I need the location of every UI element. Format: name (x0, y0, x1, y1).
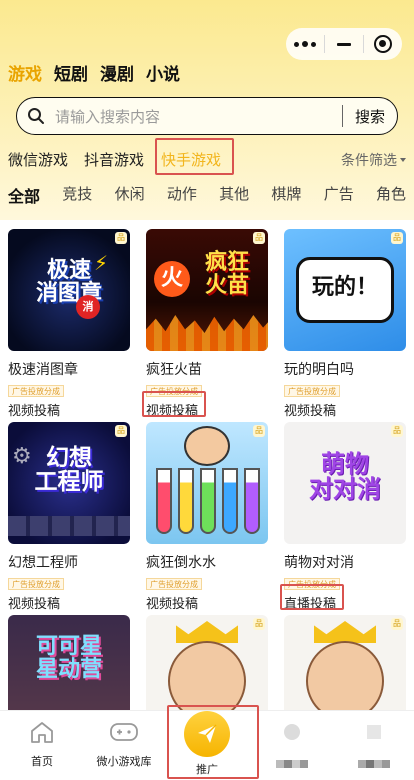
product-badge: 品 (391, 232, 403, 244)
blurred-icon (252, 717, 332, 747)
minimize-icon (337, 42, 351, 46)
game-card[interactable]: 火 疯狂 火苗 品 疯狂火苗 广告投放分成 视频投稿 (142, 229, 268, 419)
game-thumbnail: 极速 消图章 消 ⚡ 品 (8, 229, 130, 351)
ad-share-tag: 广告投放分成 (284, 385, 340, 397)
product-badge: 品 (253, 425, 265, 437)
submit-type: 视频投稿 (8, 404, 61, 419)
blurred-icon (334, 717, 414, 747)
flames-graphic (146, 315, 268, 351)
stamp-icon: 消 (76, 295, 100, 319)
product-badge: 品 (391, 425, 403, 437)
close-button[interactable] (364, 28, 402, 60)
game-thumbnail: 萌物 对对消 品 (284, 422, 406, 544)
category-casual[interactable]: 休闲 (115, 183, 145, 207)
search-button[interactable]: 搜索 (343, 106, 397, 127)
scientist-face (184, 426, 230, 466)
ad-share-tag: 广告投放分成 (8, 578, 64, 590)
platform-douyin[interactable]: 抖音游戏 (84, 149, 144, 170)
nav-blurred-1[interactable] (252, 717, 332, 768)
lightning-icon: ⚡ (94, 251, 109, 275)
game-name: 萌物对对消 (284, 555, 354, 571)
category-ad[interactable]: 广告 (324, 183, 354, 207)
caret-down-icon (400, 158, 406, 162)
game-name: 疯狂倒水水 (146, 555, 216, 571)
game-thumbnail: 玩的！ 品 (284, 229, 406, 351)
product-badge: 品 (391, 618, 403, 630)
game-name: 幻想工程师 (8, 555, 78, 571)
bottom-navigation: 首页 微小游戏库 推广 (0, 705, 414, 780)
test-tube (222, 468, 238, 534)
filter-button[interactable]: 条件筛选 (341, 150, 406, 170)
crown-icon (176, 621, 238, 643)
tab-novel[interactable]: 小说 (146, 60, 180, 85)
highlight-box-platform (155, 138, 234, 175)
highlight-box-promote (167, 705, 259, 779)
tab-comic-drama[interactable]: 漫剧 (100, 60, 134, 85)
test-tube (200, 468, 216, 534)
nav-label: 微小游戏库 (96, 755, 152, 768)
platform-wechat[interactable]: 微信游戏 (8, 149, 68, 170)
category-competitive[interactable]: 竞技 (62, 183, 92, 207)
game-thumbnail: 火 疯狂 火苗 品 (146, 229, 268, 351)
miniprogram-capsule (286, 28, 402, 60)
close-target-icon (374, 35, 392, 53)
tab-short-drama[interactable]: 短剧 (54, 60, 88, 85)
game-card[interactable]: 极速 消图章 消 ⚡ 品 极速消图章 广告投放分成 视频投稿 (8, 229, 130, 419)
more-dots-icon (294, 41, 316, 47)
nav-game-library[interactable]: 微小游戏库 (84, 717, 164, 769)
category-tabs: 全部 竞技 休闲 动作 其他 棋牌 广告 角色 (8, 183, 406, 207)
ad-share-tag: 广告投放分成 (8, 385, 64, 397)
test-tube (244, 468, 260, 534)
crown-icon (314, 621, 376, 643)
highlight-box-submit (142, 391, 206, 417)
content-type-tabs: 游戏 短剧 漫剧 小说 (8, 60, 180, 85)
home-icon (2, 717, 82, 747)
game-card[interactable]: 萌物 对对消 品 萌物对对消 广告投放分成 直播投稿 (280, 422, 406, 612)
submit-type: 视频投稿 (284, 404, 337, 419)
tab-games[interactable]: 游戏 (8, 60, 42, 85)
product-badge: 品 (253, 232, 265, 244)
nav-home[interactable]: 首页 (2, 717, 82, 769)
search-bar: 请输入搜索内容 搜索 (16, 97, 398, 135)
fire-badge: 火 (154, 261, 190, 297)
highlight-box-submit (280, 584, 344, 610)
gamepad-icon (84, 717, 164, 747)
game-card[interactable]: 品 疯狂倒水水 广告投放分成 视频投稿 (146, 422, 268, 612)
category-action[interactable]: 动作 (167, 183, 197, 207)
product-badge: 品 (115, 232, 127, 244)
category-other[interactable]: 其他 (219, 183, 249, 207)
product-badge: 品 (253, 618, 265, 630)
pipes-graphic (8, 516, 130, 536)
category-board[interactable]: 棋牌 (271, 183, 301, 207)
nav-blurred-2[interactable] (334, 717, 414, 768)
submit-type: 视频投稿 (146, 597, 199, 612)
more-button[interactable] (286, 28, 324, 60)
platform-filter-row: 微信游戏 抖音游戏 快手游戏 条件筛选 (8, 138, 406, 175)
game-name: 疯狂火苗 (146, 362, 202, 378)
test-tube (156, 468, 172, 534)
search-icon (17, 98, 55, 134)
blurred-label (252, 753, 332, 768)
submit-type: 视频投稿 (8, 597, 61, 612)
ad-share-tag: 广告投放分成 (146, 578, 202, 590)
minimize-button[interactable] (325, 28, 363, 60)
category-all[interactable]: 全部 (8, 183, 40, 207)
game-thumbnail: 品 (146, 422, 268, 544)
filter-label: 条件筛选 (341, 153, 397, 169)
game-card[interactable]: 玩的！ 品 玩的明白吗 广告投放分成 视频投稿 (284, 229, 406, 419)
game-thumbnail: ⚙ 幻想 工程师 品 (8, 422, 130, 544)
game-card[interactable]: ⚙ 幻想 工程师 品 幻想工程师 广告投放分成 视频投稿 (8, 422, 130, 612)
product-badge: 品 (115, 425, 127, 437)
game-name: 玩的明白吗 (284, 362, 354, 378)
test-tube (178, 468, 194, 534)
search-input[interactable]: 请输入搜索内容 (55, 106, 342, 127)
blurred-label (334, 753, 414, 768)
nav-label: 首页 (31, 755, 53, 768)
crying-face (306, 641, 384, 721)
game-name: 极速消图章 (8, 362, 78, 378)
category-role[interactable]: 角色 (376, 183, 406, 207)
